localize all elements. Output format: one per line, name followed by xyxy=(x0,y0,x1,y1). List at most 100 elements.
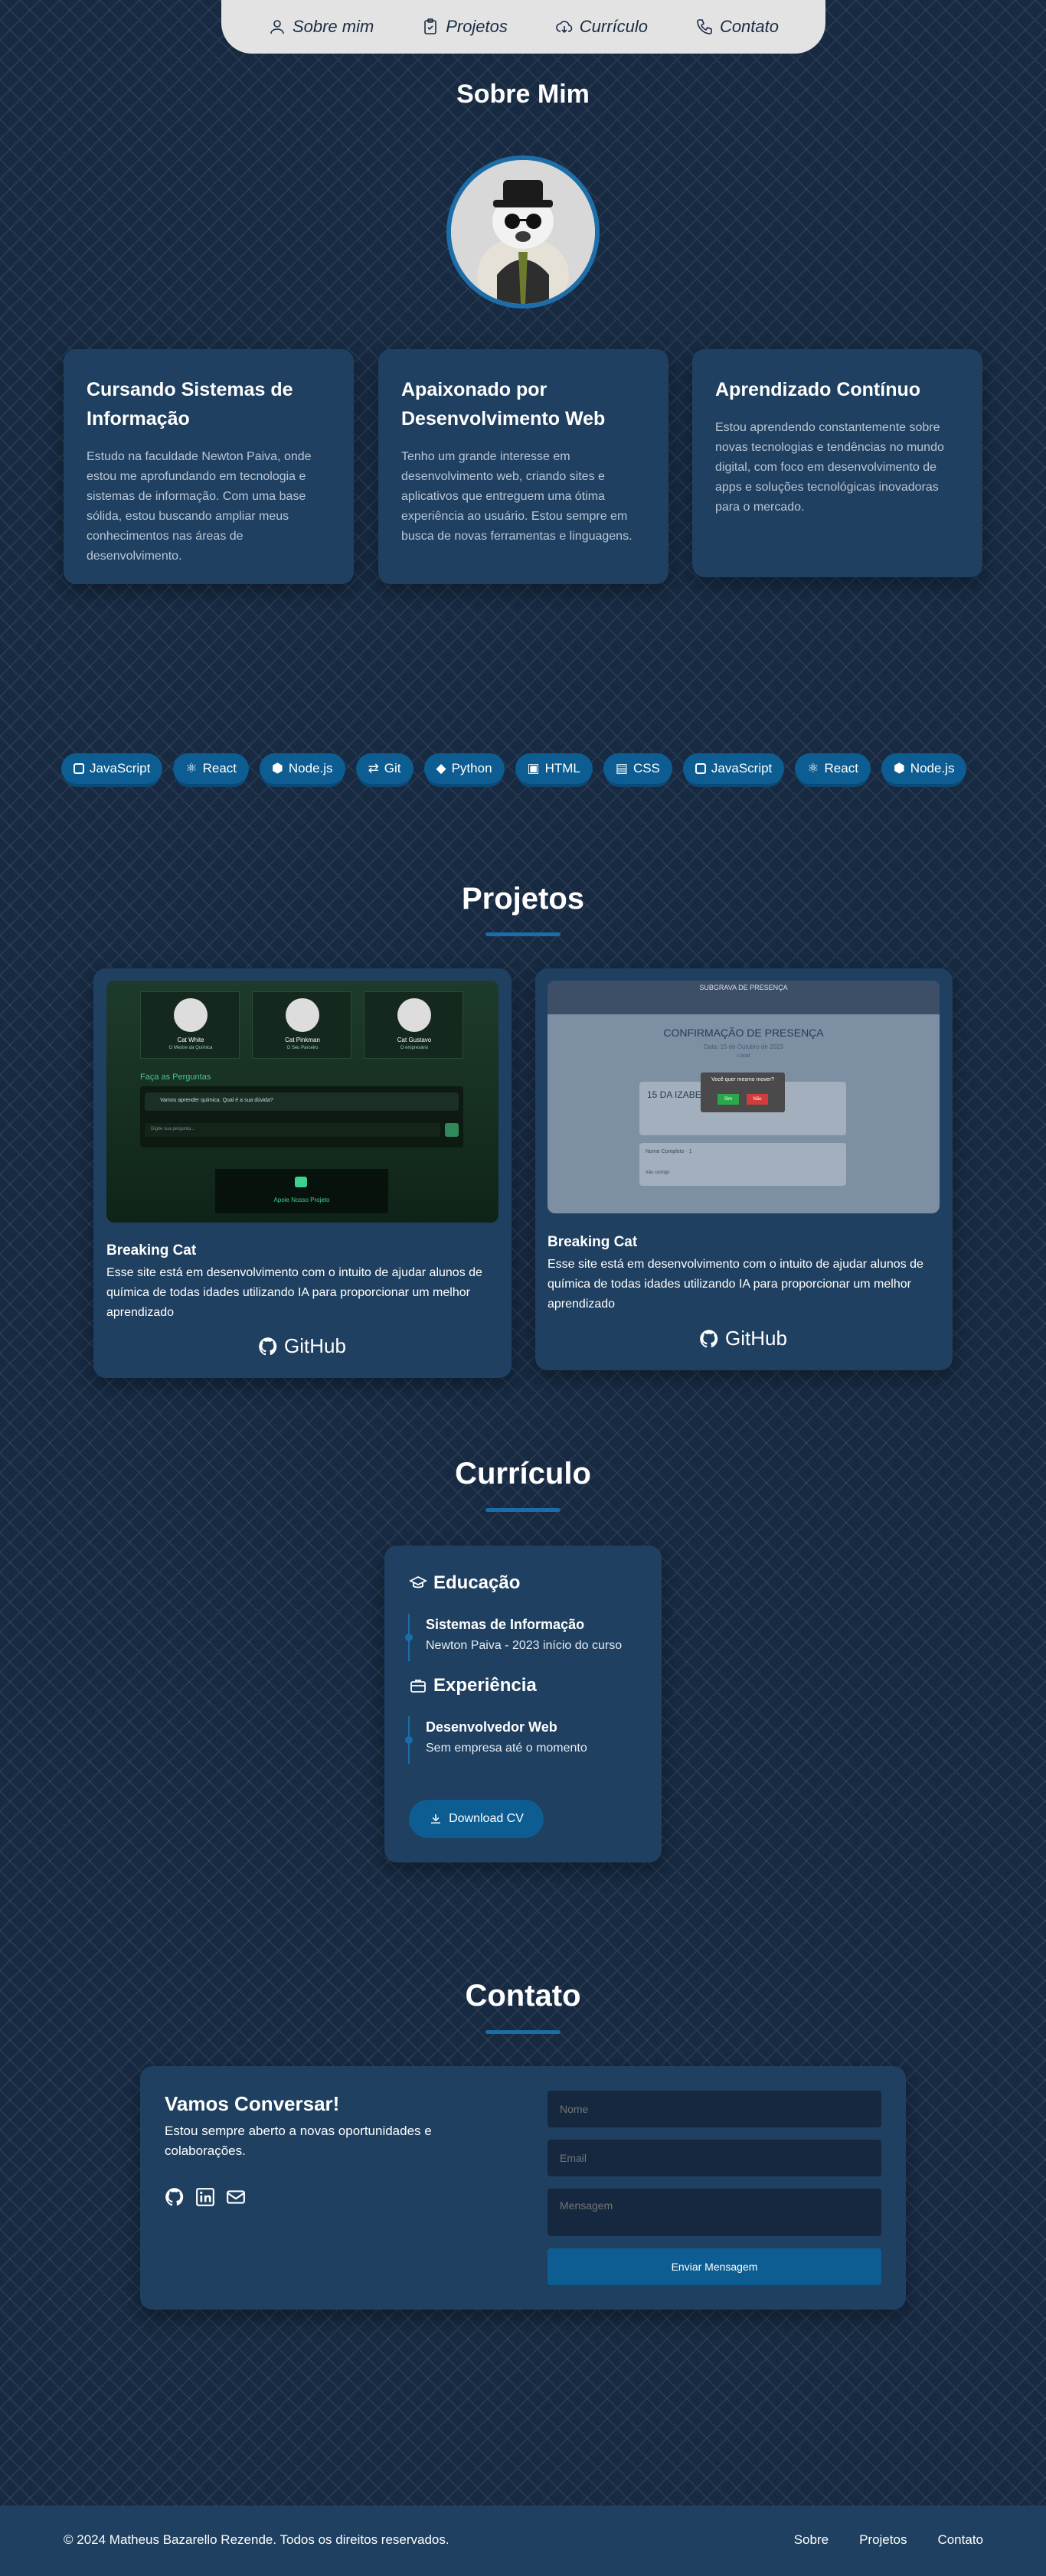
chat-icon xyxy=(295,1177,307,1187)
project-description: Esse site está em desenvolvimento com o … xyxy=(548,1258,923,1311)
dialog-yes: Sim xyxy=(717,1094,739,1105)
download-icon xyxy=(431,1814,441,1823)
preview-cat-card: Cat Pinkman O Seu Parceiro xyxy=(252,991,351,1059)
git-icon: ⇄ xyxy=(368,761,379,775)
preview-date: Data: 15 de Outubro de 2023 xyxy=(704,1043,783,1050)
skill-label: HTML xyxy=(544,761,580,775)
project-preview: Cat White O Mestre da Química Cat Pinkma… xyxy=(106,981,498,1223)
preview-question: Vamos aprender química. Qual é a sua dúv… xyxy=(145,1092,459,1111)
skill-badge: ⚛ React xyxy=(795,753,871,784)
skill-label: Git xyxy=(384,761,401,775)
skill-label: React xyxy=(824,761,858,775)
javascript-icon xyxy=(74,763,84,774)
skill-badge: ⇄ Git xyxy=(355,753,413,784)
about-card: Aprendizado Contínuo Estou aprendendo co… xyxy=(692,349,982,577)
preview-cat-card: Cat Gustavo O empresário xyxy=(364,991,463,1059)
github-label: GitHub xyxy=(284,1334,346,1357)
footer-link-projetos[interactable]: Projetos xyxy=(859,2532,907,2548)
nav-label: Sobre mim xyxy=(292,17,374,36)
linkedin-icon[interactable] xyxy=(195,2187,215,2207)
skill-badge: ◆ Python xyxy=(423,753,505,784)
skill-label: CSS xyxy=(633,761,660,775)
css-icon: ▤ xyxy=(615,761,628,775)
nav-projetos[interactable]: Projetos xyxy=(421,17,508,37)
skills-marquee: JavaScript ⚛ React ⬢ Node.js ⇄ Git ◆ Python … xyxy=(61,753,967,784)
preview-companions: Nome Completo · 1 Irão comigo xyxy=(639,1143,846,1186)
skill-badge: ▣ HTML xyxy=(515,753,593,784)
github-link[interactable]: GitHub xyxy=(699,1327,787,1350)
footer-copyright: © 2024 Matheus Bazarello Rezende. Todos … xyxy=(64,2532,449,2547)
javascript-icon xyxy=(695,763,706,774)
clipboard-icon xyxy=(424,18,436,34)
footer-link-contato[interactable]: Contato xyxy=(937,2532,983,2548)
skill-badge: ▤ CSS xyxy=(603,753,672,784)
top-nav: Sobre mim Projetos Currículo Contato xyxy=(221,0,825,54)
footer-link-sobre[interactable]: Sobre xyxy=(794,2532,829,2548)
projects-title: Projetos xyxy=(461,882,585,916)
graduation-cap-icon xyxy=(409,1575,427,1588)
profile-photo xyxy=(451,160,595,304)
send-message-button[interactable]: Enviar Mensagem xyxy=(548,2248,881,2285)
email-field[interactable] xyxy=(548,2140,881,2176)
skill-badge: ⚛ React xyxy=(173,753,250,784)
github-link[interactable]: GitHub xyxy=(258,1334,346,1358)
project-title: Breaking Cat xyxy=(106,1242,197,1259)
timeline-dot xyxy=(405,1634,413,1641)
cat-name: Cat Pinkman xyxy=(285,1037,320,1043)
skill-label: JavaScript xyxy=(90,761,151,775)
education-title: Educação xyxy=(433,1572,521,1593)
briefcase-icon xyxy=(410,1680,426,1693)
about-card: Apaixonado por Desenvolvimento Web Tenho… xyxy=(378,349,668,584)
preview-footer-text: Apoie Nosso Projeto xyxy=(273,1197,330,1203)
skill-label: React xyxy=(202,761,237,775)
skill-badge: ⬢ Node.js xyxy=(260,753,345,784)
dialog-no: Não xyxy=(747,1094,768,1105)
title-underline xyxy=(485,1508,561,1512)
cloud-download-icon xyxy=(556,21,573,34)
project-card: SUBGRAVA DE PRESENÇA CONFIRMAÇÃO DE PRES… xyxy=(535,968,953,1370)
cat-sub: O Seu Parceiro xyxy=(286,1046,319,1050)
cat-avatar xyxy=(397,998,431,1032)
experience-heading: Experiência xyxy=(409,1675,537,1696)
download-cv-button[interactable]: Download CV xyxy=(409,1800,544,1838)
skill-label: Python xyxy=(451,761,492,775)
skill-badge: JavaScript xyxy=(61,753,163,784)
experience-item-sub: Sem empresa até o momento xyxy=(426,1742,587,1755)
nav-contato[interactable]: Contato xyxy=(695,17,779,37)
footer-links: Sobre Projetos Contato xyxy=(794,2532,983,2548)
preview-footer: Apoie Nosso Projeto xyxy=(215,1169,388,1213)
contact-title: Contato xyxy=(465,1979,581,2013)
skill-label: Node.js xyxy=(288,761,333,775)
about-title: Sobre Mim xyxy=(456,80,590,109)
education-item: Sistemas de Informação Newton Paiva - 20… xyxy=(426,1617,622,1653)
mail-icon[interactable] xyxy=(226,2187,246,2207)
user-icon xyxy=(270,20,284,34)
education-item-title: Sistemas de Informação xyxy=(426,1617,585,1632)
python-icon: ◆ xyxy=(436,761,446,775)
nav-sobre-mim[interactable]: Sobre mim xyxy=(268,17,374,37)
github-icon[interactable] xyxy=(165,2187,185,2207)
project-preview: SUBGRAVA DE PRESENÇA CONFIRMAÇÃO DE PRES… xyxy=(548,981,940,1213)
preview-ask-title: Faça as Perguntas xyxy=(140,1073,211,1082)
companions-field: Nome Completo · 1 xyxy=(646,1149,692,1154)
title-underline xyxy=(485,932,561,936)
name-field[interactable] xyxy=(548,2091,881,2127)
react-icon: ⚛ xyxy=(185,761,198,775)
education-item-sub: Newton Paiva - 2023 início do curso xyxy=(426,1639,623,1652)
preview-chat: Vamos aprender química. Qual é a sua dúv… xyxy=(140,1086,463,1148)
preview-cat-card: Cat White O Mestre da Química xyxy=(140,991,240,1059)
avatar xyxy=(446,155,600,309)
card-title: Cursando Sistemas de Informação xyxy=(87,379,293,429)
skill-badge: ⬢ Node.js xyxy=(881,753,967,784)
card-title: Aprendizado Contínuo xyxy=(715,379,921,400)
timeline-dot xyxy=(405,1736,413,1744)
nav-curriculo[interactable]: Currículo xyxy=(555,17,648,37)
education-heading: Educação xyxy=(409,1572,520,1594)
skill-label: Node.js xyxy=(910,761,955,775)
contact-heading: Vamos Conversar! xyxy=(165,2092,340,2115)
message-field[interactable] xyxy=(548,2189,881,2236)
react-icon: ⚛ xyxy=(807,761,819,775)
html-icon: ▣ xyxy=(527,761,540,775)
card-text: Estou aprendendo constantemente sobre no… xyxy=(715,421,944,514)
nodejs-icon: ⬢ xyxy=(272,761,283,775)
